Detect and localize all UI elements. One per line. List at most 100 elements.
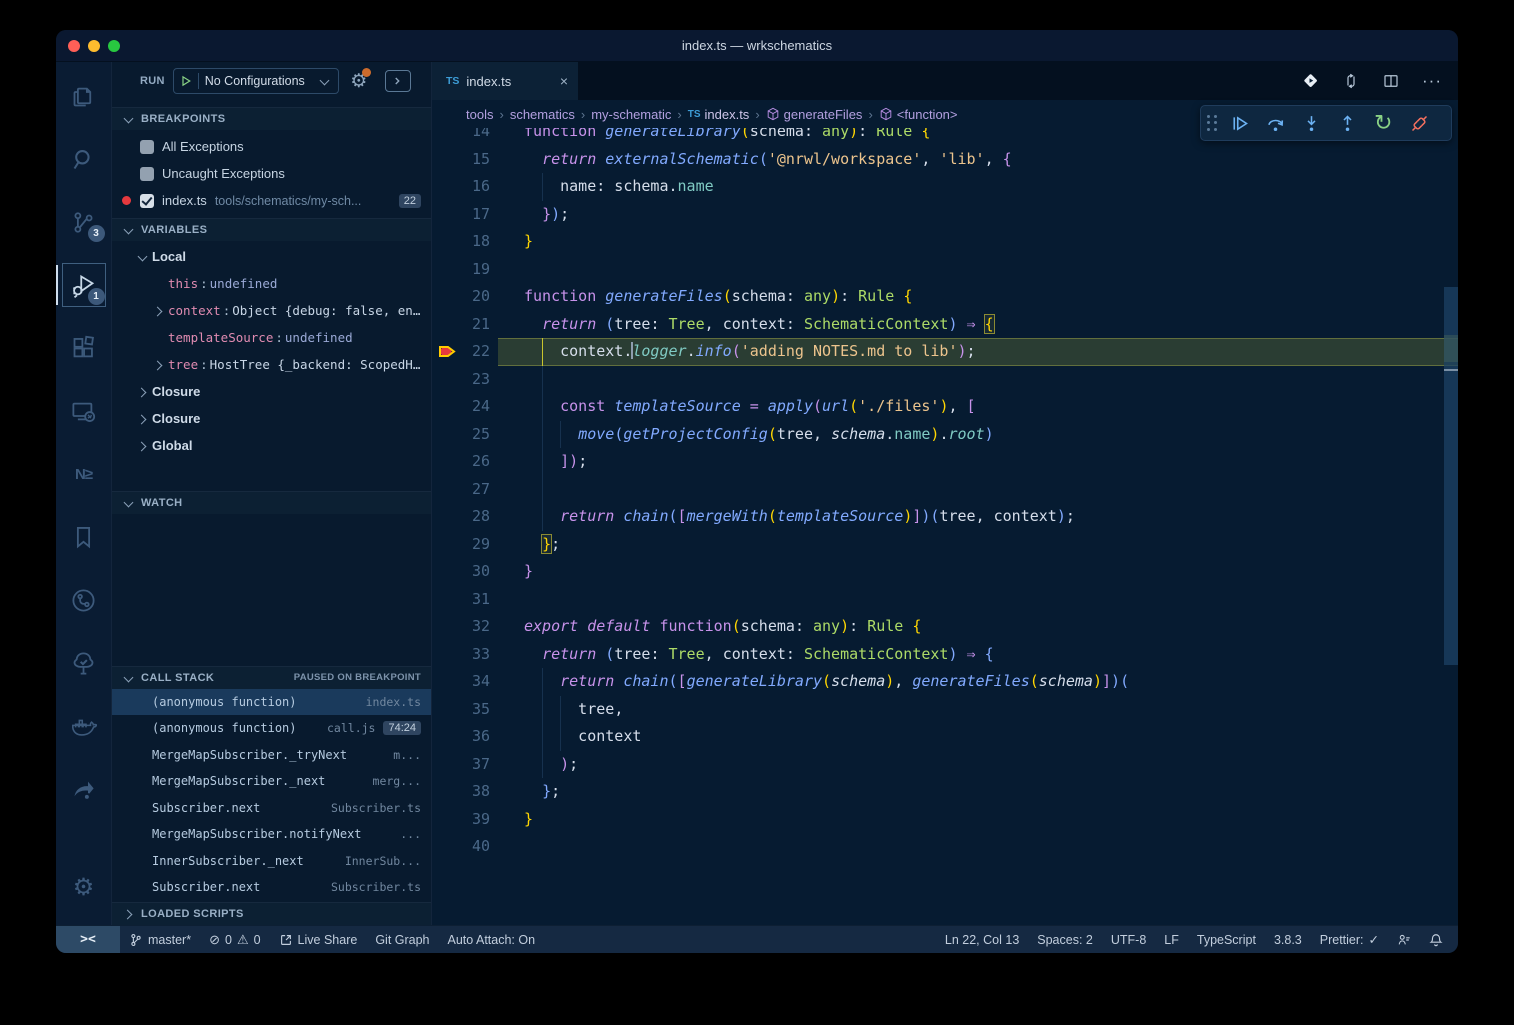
notifications-bell-icon[interactable] bbox=[1420, 926, 1452, 953]
checkbox-unchecked[interactable] bbox=[140, 167, 154, 181]
step-into-button[interactable] bbox=[1296, 108, 1328, 138]
breakpoints-section-header[interactable]: BREAKPOINTS bbox=[112, 107, 431, 130]
maximize-window-button[interactable] bbox=[108, 40, 120, 52]
variable-row[interactable]: this: undefined bbox=[112, 270, 431, 297]
code-line[interactable]: 23 bbox=[432, 366, 1444, 394]
breadcrumb-item[interactable]: schematics bbox=[510, 107, 575, 122]
code-line[interactable]: 24 const templateSource = apply(url('./f… bbox=[432, 393, 1444, 421]
code-line[interactable]: 29 }; bbox=[432, 531, 1444, 559]
code-line[interactable]: 40 bbox=[432, 833, 1444, 861]
watch-section-header[interactable]: WATCH bbox=[112, 491, 431, 514]
cursor-position-status[interactable]: Ln 22, Col 13 bbox=[936, 926, 1028, 953]
close-window-button[interactable] bbox=[68, 40, 80, 52]
debug-console-button[interactable] bbox=[385, 70, 411, 92]
bookmarks-icon[interactable] bbox=[60, 511, 108, 563]
toolbar-drag-handle[interactable] bbox=[1207, 115, 1218, 132]
breakpoint-all-exceptions[interactable]: All Exceptions bbox=[112, 133, 431, 160]
restart-button[interactable]: ↺ bbox=[1368, 108, 1400, 138]
breakpoint-uncaught-exceptions[interactable]: Uncaught Exceptions bbox=[112, 160, 431, 187]
test-explorer-icon[interactable] bbox=[60, 637, 108, 689]
auto-attach-status[interactable]: Auto Attach: On bbox=[439, 926, 545, 953]
encoding-status[interactable]: UTF-8 bbox=[1102, 926, 1155, 953]
variable-row[interactable]: templateSource: undefined bbox=[112, 324, 431, 351]
live-share-icon[interactable] bbox=[60, 763, 108, 815]
explorer-icon[interactable] bbox=[60, 70, 108, 122]
extensions-icon[interactable] bbox=[60, 322, 108, 374]
run-and-debug-icon[interactable]: 1 bbox=[60, 259, 108, 311]
breadcrumb-item[interactable]: tools bbox=[466, 107, 493, 122]
call-stack-frame[interactable]: InnerSubscriber._nextInnerSub... bbox=[112, 848, 431, 875]
call-stack-frame[interactable]: Subscriber.nextSubscriber.ts bbox=[112, 874, 431, 901]
live-share-status[interactable]: Live Share bbox=[270, 926, 367, 953]
code-line[interactable]: 39} bbox=[432, 806, 1444, 834]
step-over-button[interactable] bbox=[1260, 108, 1292, 138]
code-line[interactable]: 17 }); bbox=[432, 201, 1444, 229]
call-stack-section-header[interactable]: CALL STACK PAUSED ON BREAKPOINT bbox=[112, 666, 431, 689]
breadcrumb-item[interactable]: my-schematic bbox=[591, 107, 671, 122]
code-line[interactable]: 25 move(getProjectConfig(tree, schema.na… bbox=[432, 421, 1444, 449]
compare-changes-icon[interactable] bbox=[1342, 72, 1360, 90]
code-line[interactable]: 21 return (tree: Tree, context: Schemati… bbox=[432, 311, 1444, 339]
variables-scope-row[interactable]: Global bbox=[112, 432, 431, 459]
breadcrumb-item[interactable]: TSindex.ts bbox=[688, 107, 750, 122]
code-line[interactable]: 20function generateFiles(schema: any): R… bbox=[432, 283, 1444, 311]
call-stack-frame[interactable]: MergeMapSubscriber.notifyNext... bbox=[112, 821, 431, 848]
variables-section-header[interactable]: VARIABLES bbox=[112, 218, 431, 241]
indentation-status[interactable]: Spaces: 2 bbox=[1028, 926, 1102, 953]
prettier-status[interactable]: Prettier: ✓ bbox=[1311, 926, 1388, 953]
language-mode-status[interactable]: TypeScript bbox=[1188, 926, 1265, 953]
loaded-scripts-section-header[interactable]: LOADED SCRIPTS bbox=[112, 902, 431, 925]
search-icon[interactable] bbox=[60, 133, 108, 185]
code-line[interactable]: 33 return (tree: Tree, context: Schemati… bbox=[432, 641, 1444, 669]
call-stack-frame[interactable]: MergeMapSubscriber._tryNextm... bbox=[112, 742, 431, 769]
minimize-window-button[interactable] bbox=[88, 40, 100, 52]
remote-indicator[interactable]: >< bbox=[56, 926, 120, 953]
variable-row[interactable]: context: Object {debug: false, en… bbox=[112, 297, 431, 324]
feedback-icon[interactable] bbox=[1388, 926, 1420, 953]
open-changes-icon[interactable] bbox=[1302, 72, 1320, 90]
split-editor-icon[interactable] bbox=[1382, 72, 1400, 90]
code-line[interactable]: 27 bbox=[432, 476, 1444, 504]
settings-gear-icon[interactable]: ⚙ bbox=[60, 862, 108, 914]
git-graph-icon[interactable] bbox=[60, 574, 108, 626]
tab-index-ts[interactable]: TS index.ts × bbox=[432, 62, 578, 100]
nx-console-icon[interactable]: N≥ bbox=[60, 448, 108, 500]
call-stack-frame[interactable]: MergeMapSubscriber._nextmerg... bbox=[112, 768, 431, 795]
docker-icon[interactable] bbox=[60, 700, 108, 752]
disconnect-button[interactable] bbox=[1404, 108, 1436, 138]
code-line[interactable]: 26 ]); bbox=[432, 448, 1444, 476]
code-line[interactable]: 36 context bbox=[432, 723, 1444, 751]
breadcrumb-item[interactable]: <function> bbox=[879, 107, 958, 122]
remote-explorer-icon[interactable] bbox=[60, 385, 108, 437]
call-stack-frame[interactable]: (anonymous function)index.ts bbox=[112, 689, 431, 716]
code-line[interactable]: 34 return chain([generateLibrary(schema)… bbox=[432, 668, 1444, 696]
eol-status[interactable]: LF bbox=[1155, 926, 1188, 953]
code-line[interactable]: 22 context.logger.info('adding NOTES.md … bbox=[432, 338, 1444, 366]
code-line[interactable]: 16 name: schema.name bbox=[432, 173, 1444, 201]
code-line[interactable]: 37 ); bbox=[432, 751, 1444, 779]
checkbox-unchecked[interactable] bbox=[140, 140, 154, 154]
code-line[interactable]: 38 }; bbox=[432, 778, 1444, 806]
configure-gear-button[interactable]: ⚙ bbox=[347, 70, 371, 93]
call-stack-frame[interactable]: (anonymous function)call.js74:24 bbox=[112, 715, 431, 742]
breadcrumb-item[interactable]: generateFiles bbox=[766, 107, 863, 122]
ts-version-status[interactable]: 3.8.3 bbox=[1265, 926, 1311, 953]
source-control-icon[interactable]: 3 bbox=[60, 196, 108, 248]
git-graph-status[interactable]: Git Graph bbox=[366, 926, 438, 953]
scrollbar-thumb[interactable] bbox=[1444, 287, 1458, 665]
code-line[interactable]: 35 tree, bbox=[432, 696, 1444, 724]
call-stack-frame[interactable]: Subscriber.nextSubscriber.ts bbox=[112, 795, 431, 822]
continue-button[interactable] bbox=[1224, 108, 1256, 138]
more-actions-icon[interactable]: ··· bbox=[1422, 71, 1442, 91]
variables-scope-row[interactable]: Local bbox=[112, 243, 431, 270]
code-line[interactable]: 19 bbox=[432, 256, 1444, 284]
launch-configuration-dropdown[interactable]: No Configurations bbox=[173, 68, 339, 94]
code-line[interactable]: 31 bbox=[432, 586, 1444, 614]
variables-scope-row[interactable]: Closure bbox=[112, 378, 431, 405]
problems-status[interactable]: ⊘ 0 ⚠ 0 bbox=[200, 926, 269, 953]
close-tab-icon[interactable]: × bbox=[560, 73, 568, 89]
code-line[interactable]: 15 return externalSchematic('@nrwl/works… bbox=[432, 146, 1444, 174]
checkbox-checked[interactable] bbox=[140, 194, 154, 208]
code-line[interactable]: 32export default function(schema: any): … bbox=[432, 613, 1444, 641]
step-out-button[interactable] bbox=[1332, 108, 1364, 138]
